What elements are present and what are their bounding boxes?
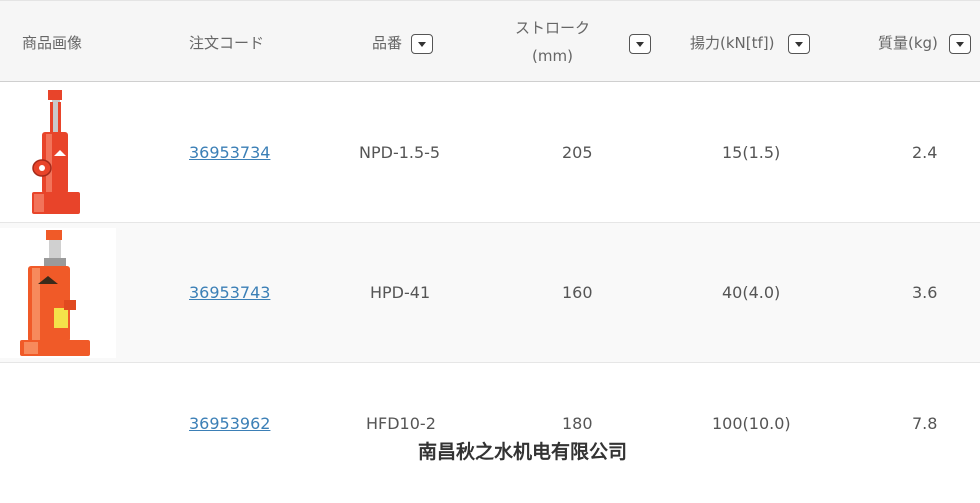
stroke-value: 180	[562, 414, 593, 433]
order-code-link[interactable]: 36953734	[189, 143, 270, 162]
stroke-value: 205	[562, 143, 593, 162]
header-order-code: 注文コード	[189, 34, 265, 52]
mass-value: 7.8	[912, 414, 938, 433]
table-row: 36953962 HFD10-2 180 100(10.0) 7.8	[0, 363, 980, 503]
mass-dropdown-button[interactable]	[949, 34, 971, 54]
table-row: 36953734 NPD-1.5-5 205 15(1.5) 2.4	[0, 83, 980, 223]
force-value: 40(4.0)	[722, 283, 781, 302]
mass-value: 3.6	[912, 283, 938, 302]
header-stroke-line2: (mm)	[532, 47, 573, 65]
order-code-link[interactable]: 36953962	[189, 414, 270, 433]
table-row: 36953743 HPD-41 160 40(4.0) 3.6	[0, 223, 980, 363]
order-code-link[interactable]: 36953743	[189, 283, 270, 302]
header-mass: 質量(kg)	[878, 34, 938, 52]
mass-value: 2.4	[912, 143, 938, 162]
header-stroke: ストローク (mm)	[515, 14, 590, 70]
part-no: NPD-1.5-5	[359, 143, 441, 162]
part-no: HPD-41	[370, 283, 431, 302]
watermark-text: 南昌秋之水机电有限公司	[418, 441, 628, 463]
stroke-dropdown-button[interactable]	[629, 34, 651, 54]
force-value: 15(1.5)	[722, 143, 781, 162]
header-force: 揚力(kN[tf])	[690, 34, 775, 52]
force-dropdown-button[interactable]	[788, 34, 810, 54]
jack-icon	[32, 90, 80, 214]
header-part-no: 品番	[372, 34, 403, 52]
stroke-value: 160	[562, 283, 593, 302]
header-stroke-line1: ストローク	[515, 19, 591, 37]
product-image-jack[interactable]	[22, 88, 84, 218]
part-no-dropdown-button[interactable]	[411, 34, 433, 54]
table-header: 商品画像 注文コード 品番 ストローク (mm) 揚力(kN[tf]) 質量(k…	[0, 0, 980, 82]
product-image-jack[interactable]	[0, 228, 116, 358]
header-image: 商品画像	[22, 34, 83, 52]
jack-icon	[20, 230, 90, 356]
part-no: HFD10-2	[366, 414, 436, 433]
force-value: 100(10.0)	[712, 414, 791, 433]
